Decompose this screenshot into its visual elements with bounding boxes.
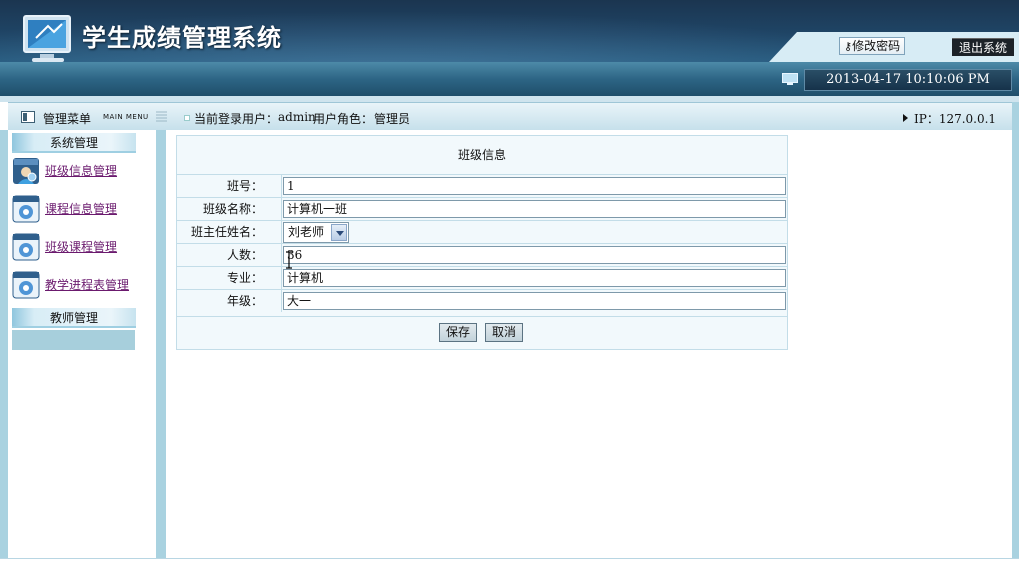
change-password-button[interactable]: ⚷修改密码	[839, 37, 906, 55]
sidebar-item-teaching-schedule[interactable]: 教学进程表管理	[12, 270, 152, 302]
sidebar-item-label: 教学进程表管理	[45, 278, 130, 292]
status-bar: 2013-04-17 10:10:06 PM	[0, 62, 1019, 96]
teacher-name-label: 班主任姓名：	[177, 221, 282, 243]
class-info-form: 班级信息 班号： 1 班级名称： 计算机一班 班主任姓名： 刘老师 人数： 36…	[176, 135, 788, 350]
current-user-label: 当前登录用户：	[194, 112, 279, 126]
ip-address: IP：127.0.0.1	[914, 112, 997, 126]
menu-bar: 管理菜单 MAIN MENU 当前登录用户： admin 用户角色： 管理员 I…	[8, 102, 1012, 130]
app-header: 学生成绩管理系统 ⚷修改密码 退出系统	[0, 0, 1019, 62]
form-actions: 保存 取消	[177, 316, 787, 350]
sidebar-item-label: 班级课程管理	[45, 240, 118, 254]
menu-panel-icon	[21, 111, 35, 123]
text-cursor-icon	[286, 251, 292, 269]
current-user-name: admin	[278, 110, 316, 124]
major-input[interactable]: 计算机	[283, 269, 786, 287]
sidebar: 系统管理 班级信息管理 课程信息管理 班级课程管理 教学进程表管理 教师管理	[8, 130, 156, 558]
save-button[interactable]: 保存	[439, 323, 478, 342]
sidebar-item-course-info[interactable]: 课程信息管理	[12, 194, 152, 226]
form-row-major: 专业： 计算机	[177, 266, 787, 289]
gear-window-icon	[12, 233, 40, 261]
form-title: 班级信息	[457, 148, 506, 162]
arrow-right-icon	[903, 114, 908, 122]
gear-window-icon	[12, 195, 40, 223]
class-id-label: 班号：	[177, 175, 282, 197]
chevron-down-icon[interactable]	[331, 224, 347, 241]
teacher-name-value: 刘老师	[288, 225, 325, 239]
app-title: 学生成绩管理系统	[82, 24, 282, 52]
cancel-button[interactable]: 取消	[485, 323, 524, 342]
right-border	[1012, 102, 1019, 558]
class-id-input[interactable]: 1	[283, 177, 786, 195]
logout-button[interactable]: 退出系统	[952, 38, 1014, 56]
sidebar-splitter[interactable]	[156, 130, 166, 558]
sidebar-item-label: 课程信息管理	[45, 202, 118, 216]
student-count-input[interactable]: 36	[283, 246, 786, 264]
class-name-input[interactable]: 计算机一班	[283, 200, 786, 218]
student-count-label: 人数：	[177, 244, 282, 266]
sidebar-item-class-info[interactable]: 班级信息管理	[12, 156, 152, 188]
monitor-icon	[782, 73, 798, 85]
teacher-name-select[interactable]: 刘老师	[283, 222, 349, 243]
change-password-label: 修改密码	[852, 39, 901, 53]
form-row-class-id: 班号： 1	[177, 174, 787, 197]
footer-line	[0, 558, 1019, 569]
key-icon: ⚷	[844, 40, 853, 53]
menu-title: 管理菜单	[43, 112, 92, 126]
monitor-logo-icon	[23, 15, 71, 62]
users-settings-icon	[13, 158, 39, 184]
major-label: 专业：	[177, 267, 282, 289]
form-row-class-name: 班级名称： 计算机一班	[177, 197, 787, 220]
class-name-label: 班级名称：	[177, 198, 282, 220]
user-role-value: 管理员	[374, 112, 411, 126]
collapse-menu-icon[interactable]	[156, 111, 167, 122]
sidebar-group-body	[12, 330, 135, 350]
sidebar-item-label: 班级信息管理	[45, 164, 118, 178]
user-role-label: 用户角色：	[313, 112, 374, 126]
form-row-count: 人数： 36	[177, 243, 787, 266]
sidebar-item-class-course[interactable]: 班级课程管理	[12, 232, 152, 264]
bullet-icon	[184, 115, 190, 121]
grade-input[interactable]: 大一	[283, 292, 786, 310]
sidebar-group-teacher[interactable]: 教师管理	[12, 308, 136, 328]
menu-subtitle: MAIN MENU	[103, 113, 149, 121]
form-row-teacher: 班主任姓名： 刘老师	[177, 220, 787, 243]
sidebar-group-system[interactable]: 系统管理	[12, 133, 136, 153]
grade-label: 年级：	[177, 290, 282, 312]
gear-window-icon	[12, 271, 40, 299]
left-border	[0, 130, 8, 558]
datetime-display: 2013-04-17 10:10:06 PM	[804, 69, 1012, 91]
form-row-grade: 年级： 大一	[177, 289, 787, 312]
